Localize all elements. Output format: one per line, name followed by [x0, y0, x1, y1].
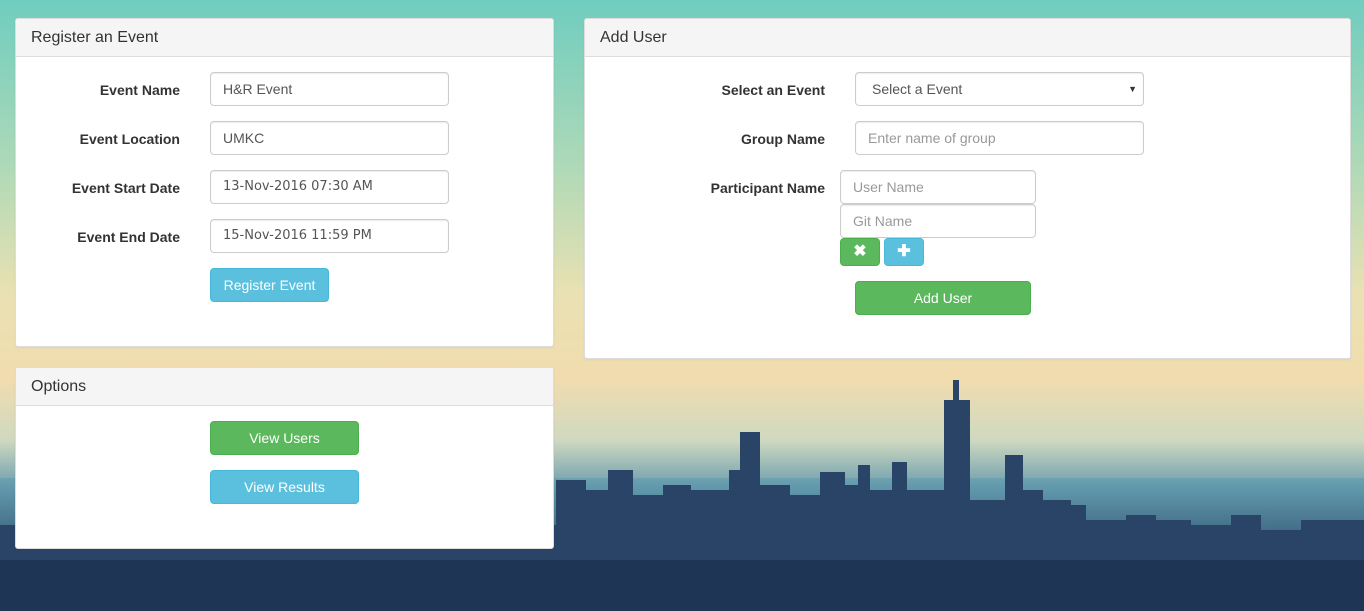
register-event-panel-title: Register an Event	[16, 19, 553, 57]
group-name-input[interactable]: Enter name of group	[855, 121, 1144, 155]
view-users-button[interactable]: View Users	[210, 421, 359, 455]
select-event-label: Select an Event	[721, 82, 826, 98]
event-end-date-label: Event End Date	[77, 229, 180, 245]
options-panel-title: Options	[16, 368, 553, 406]
select-event-value: Select a Event	[872, 81, 963, 97]
event-end-date-field[interactable]: 15-Nov-2016 11:59 PM	[210, 219, 449, 253]
user-name-input[interactable]: User Name	[840, 170, 1036, 204]
event-start-date-field[interactable]: 13-Nov-2016 07:30 AM	[210, 170, 449, 204]
add-participant-button[interactable]: ✚	[884, 238, 924, 266]
close-icon: ✖	[853, 243, 867, 260]
git-name-input[interactable]: Git Name	[840, 204, 1036, 238]
add-user-panel-title: Add User	[585, 19, 1350, 57]
plus-icon: ✚	[897, 243, 911, 260]
add-user-panel: Add User Select an Event Select a Event …	[584, 18, 1351, 359]
view-results-button[interactable]: View Results	[210, 470, 359, 504]
participant-name-label: Participant Name	[710, 180, 825, 196]
add-user-button[interactable]: Add User	[855, 281, 1031, 315]
event-name-field[interactable]: H&R Event	[210, 72, 449, 106]
event-start-date-label: Event Start Date	[71, 180, 180, 196]
event-location-label: Event Location	[79, 131, 180, 147]
options-panel: Options View Users View Results	[15, 367, 554, 549]
event-location-field[interactable]: UMKC	[210, 121, 449, 155]
event-name-label: Event Name	[99, 82, 180, 98]
group-name-label: Group Name	[740, 131, 825, 147]
remove-participant-button[interactable]: ✖	[840, 238, 880, 266]
chevron-down-icon: ▼	[1128, 84, 1137, 94]
register-event-button[interactable]: Register Event	[210, 268, 329, 302]
select-event-dropdown[interactable]: Select a Event ▼	[855, 72, 1144, 106]
register-event-panel: Register an Event Event Name H&R Event E…	[15, 18, 554, 347]
